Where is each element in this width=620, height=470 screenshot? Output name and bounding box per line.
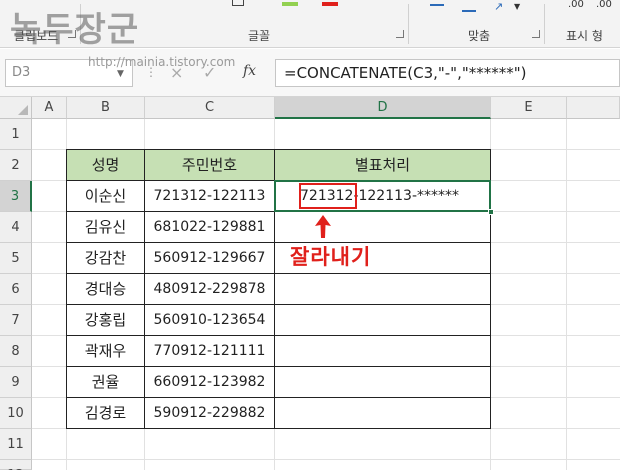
select-all-triangle-icon	[18, 105, 28, 115]
watermark-url: http://mainia.tistory.com	[88, 55, 236, 69]
watermark-logo: 녹두장군	[10, 10, 140, 50]
column-header-a[interactable]: A	[32, 97, 67, 119]
id-number-cell[interactable]: 660912-123982	[144, 366, 275, 398]
table-header-cell[interactable]: 주민번호	[144, 149, 275, 181]
ribbon-separator	[544, 4, 545, 44]
gridline-vertical	[566, 119, 567, 470]
row-header-6[interactable]: 6	[0, 274, 32, 305]
align-middle-icon[interactable]	[462, 4, 476, 12]
highlight-box	[299, 183, 357, 209]
decimal-increase-icon[interactable]: .00	[568, 0, 584, 10]
name-cell[interactable]: 김경로	[66, 397, 145, 429]
id-number-cell[interactable]: 681022-129881	[144, 211, 275, 243]
row-header-5[interactable]: 5	[0, 243, 32, 274]
row-header-11[interactable]: 11	[0, 429, 32, 460]
column-header-c[interactable]: C	[145, 97, 275, 119]
id-number-cell[interactable]: 560912-129667	[144, 242, 275, 274]
column-header-overflow	[567, 97, 620, 119]
row-header-7[interactable]: 7	[0, 305, 32, 336]
insert-function-icon[interactable]: fx	[243, 63, 256, 79]
id-number-cell[interactable]: 590912-229882	[144, 397, 275, 429]
worksheet-grid[interactable]: ABCDE123456789101112성명주민번호별표처리이순신721312-…	[0, 97, 620, 470]
masked-cell[interactable]	[274, 304, 491, 336]
row-header-8[interactable]: 8	[0, 336, 32, 367]
select-all-corner[interactable]	[0, 97, 32, 119]
row-header-10[interactable]: 10	[0, 398, 32, 429]
table-header-cell[interactable]: 성명	[66, 149, 145, 181]
annotation-arrow-icon	[315, 215, 331, 238]
masked-cell[interactable]	[274, 366, 491, 398]
chevron-down-icon[interactable]: ▼	[514, 2, 520, 11]
fill-color-icon[interactable]	[282, 2, 298, 6]
annotation-label: 잘라내기	[290, 245, 372, 269]
align-top-icon[interactable]	[430, 4, 444, 12]
row-header-12[interactable]: 12	[0, 460, 32, 470]
row-header-4[interactable]: 4	[0, 212, 32, 243]
column-header-d[interactable]: D	[275, 97, 491, 119]
name-cell[interactable]: 강홍립	[66, 304, 145, 336]
orientation-icon[interactable]: ↗	[494, 0, 503, 13]
row-header-9[interactable]: 9	[0, 367, 32, 398]
name-cell[interactable]: 강감찬	[66, 242, 145, 274]
masked-cell[interactable]	[274, 273, 491, 305]
decimal-decrease-icon[interactable]: .00	[596, 0, 612, 10]
id-number-cell[interactable]: 721312-122113	[144, 180, 275, 212]
alignment-launcher-icon[interactable]	[532, 30, 540, 38]
ribbon-group-number-label: 표시 형	[566, 29, 603, 43]
table-header-cell[interactable]: 별표처리	[274, 149, 491, 181]
name-cell[interactable]: 권율	[66, 366, 145, 398]
masked-cell[interactable]	[274, 211, 491, 243]
id-number-cell[interactable]: 770912-121111	[144, 335, 275, 367]
name-cell[interactable]: 이순신	[66, 180, 145, 212]
font-color-icon[interactable]	[322, 2, 338, 6]
name-cell[interactable]: 곽재우	[66, 335, 145, 367]
ribbon-separator	[408, 4, 409, 44]
name-cell[interactable]: 김유신	[66, 211, 145, 243]
masked-cell[interactable]	[274, 397, 491, 429]
column-header-e[interactable]: E	[491, 97, 567, 119]
row-header-3[interactable]: 3	[0, 181, 32, 212]
column-header-b[interactable]: B	[67, 97, 145, 119]
id-number-cell[interactable]: 560910-123654	[144, 304, 275, 336]
name-cell[interactable]: 경대승	[66, 273, 145, 305]
row-header-2[interactable]: 2	[0, 150, 32, 181]
chevron-down-icon[interactable]: ▼	[117, 69, 124, 79]
fill-handle[interactable]	[488, 209, 494, 215]
ribbon-group-alignment-label: 맞춤	[468, 29, 491, 43]
row-header-1[interactable]: 1	[0, 119, 32, 150]
id-number-cell[interactable]: 480912-229878	[144, 273, 275, 305]
border-icon[interactable]	[232, 0, 244, 6]
gridline-horizontal	[32, 459, 620, 460]
annotation-arrow-shape	[315, 215, 331, 238]
font-launcher-icon[interactable]	[396, 30, 404, 38]
masked-cell[interactable]	[274, 335, 491, 367]
formula-input[interactable]: =CONCATENATE(C3,"-","******")	[275, 59, 620, 87]
ribbon-group-font-label: 글꼴	[248, 29, 271, 43]
